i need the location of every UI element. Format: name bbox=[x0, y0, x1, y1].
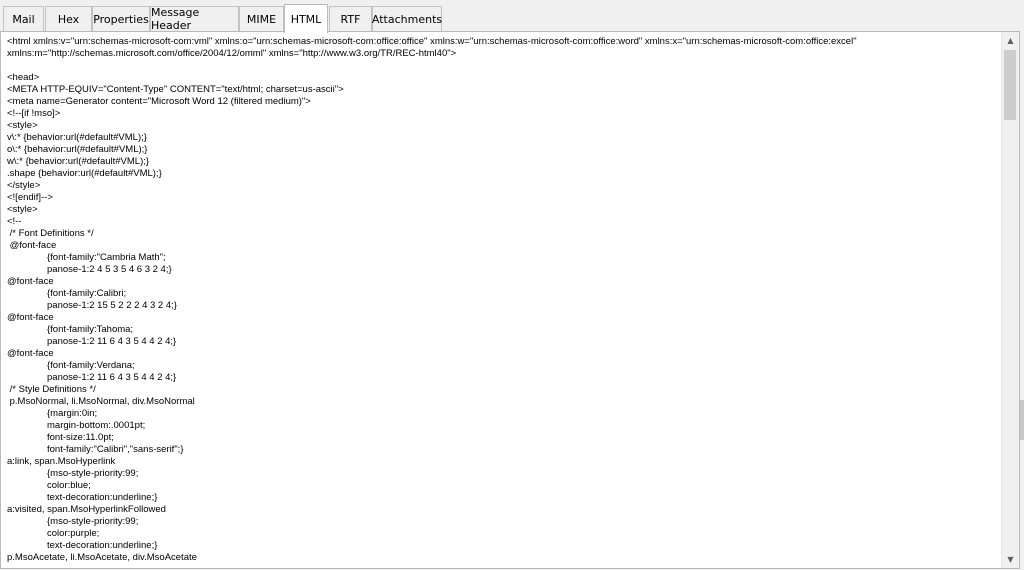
tab-bar: Mail Hex Properties Message Header MIME … bbox=[0, 0, 1024, 33]
source-line: <head> bbox=[7, 72, 40, 83]
source-line: xmlns:m="http://schemas.microsoft.com/of… bbox=[7, 48, 457, 59]
tab-attachments[interactable]: Attachments bbox=[372, 6, 442, 31]
source-line: panose-1:2 11 6 4 3 5 4 4 2 4;} bbox=[47, 372, 177, 383]
source-line: font-size:11.0pt; bbox=[47, 432, 114, 443]
source-line: <style> bbox=[7, 204, 38, 215]
source-line: @font-face bbox=[7, 240, 57, 251]
source-line: @font-face bbox=[7, 276, 54, 287]
source-line: p.MsoNormal, li.MsoNormal, div.MsoNormal bbox=[7, 396, 195, 407]
source-line: {mso-style-priority:99; bbox=[47, 516, 139, 527]
source-line: margin-bottom:.0001pt; bbox=[47, 420, 146, 431]
window-edge-handle bbox=[1020, 400, 1024, 440]
source-line: panose-1:2 4 5 3 5 4 6 3 2 4;} bbox=[47, 264, 172, 275]
source-line: <html xmlns:v="urn:schemas-microsoft-com… bbox=[7, 36, 857, 47]
source-line: {mso-style-priority:99; bbox=[47, 468, 139, 479]
source-line: text-decoration:underline;} bbox=[47, 540, 158, 551]
source-line: p.MsoAcetate, li.MsoAcetate, div.MsoAcet… bbox=[7, 552, 197, 563]
source-line: <![endif]--> bbox=[7, 192, 53, 203]
source-line: {font-family:"Cambria Math"; bbox=[47, 252, 166, 263]
tab-hex[interactable]: Hex bbox=[45, 6, 92, 31]
source-line: text-decoration:underline;} bbox=[47, 492, 158, 503]
scrollbar-thumb[interactable] bbox=[1004, 50, 1016, 120]
source-line: a:visited, span.MsoHyperlinkFollowed bbox=[7, 504, 166, 515]
source-line bbox=[7, 60, 997, 72]
source-line: font-family:"Calibri","sans-serif";} bbox=[47, 444, 184, 455]
source-line: .shape {behavior:url(#default#VML);} bbox=[7, 168, 162, 179]
scroll-up-icon[interactable]: ▲ bbox=[1002, 32, 1019, 49]
source-line: color:blue; bbox=[47, 480, 91, 491]
source-line: {font-family:Calibri; bbox=[47, 288, 127, 299]
tab-html[interactable]: HTML bbox=[284, 4, 328, 33]
source-line: <meta name=Generator content="Microsoft … bbox=[7, 96, 311, 107]
source-line: o\:* {behavior:url(#default#VML);} bbox=[7, 144, 148, 155]
source-line: <META HTTP-EQUIV="Content-Type" CONTENT=… bbox=[7, 84, 344, 95]
source-line: v\:* {behavior:url(#default#VML);} bbox=[7, 132, 147, 143]
source-line: <!--[if !mso]> bbox=[7, 108, 61, 119]
source-line: panose-1:2 11 6 4 3 5 4 4 2 4;} bbox=[47, 336, 177, 347]
html-source-text[interactable]: <html xmlns:v="urn:schemas-microsoft-com… bbox=[7, 36, 997, 564]
source-line: panose-1:2 15 5 2 2 2 4 3 2 4;} bbox=[47, 300, 177, 311]
scroll-down-icon[interactable]: ▼ bbox=[1002, 551, 1019, 568]
source-line: {font-family:Verdana; bbox=[47, 360, 135, 371]
source-line: @font-face bbox=[7, 312, 54, 323]
source-line: /* Font Definitions */ bbox=[7, 228, 94, 239]
tab-mail[interactable]: Mail bbox=[3, 6, 44, 31]
vertical-scrollbar[interactable]: ▲ ▼ bbox=[1001, 32, 1019, 568]
source-line: color:purple; bbox=[47, 528, 100, 539]
tab-message-header[interactable]: Message Header bbox=[150, 6, 239, 32]
tab-rtf[interactable]: RTF bbox=[329, 6, 372, 31]
source-line: {margin:0in; bbox=[47, 408, 98, 419]
source-line: /* Style Definitions */ bbox=[7, 384, 96, 395]
source-line: a:link, span.MsoHyperlink bbox=[7, 456, 116, 467]
html-source-panel: <html xmlns:v="urn:schemas-microsoft-com… bbox=[0, 31, 1020, 569]
source-line: @font-face bbox=[7, 348, 54, 359]
source-line: w\:* {behavior:url(#default#VML);} bbox=[7, 156, 150, 167]
source-line: {font-family:Tahoma; bbox=[47, 324, 134, 335]
tab-properties[interactable]: Properties bbox=[92, 6, 150, 31]
tab-mime[interactable]: MIME bbox=[239, 6, 284, 31]
source-line: <style> bbox=[7, 120, 38, 131]
source-line: </style> bbox=[7, 180, 41, 191]
source-line: <!-- bbox=[7, 216, 22, 227]
